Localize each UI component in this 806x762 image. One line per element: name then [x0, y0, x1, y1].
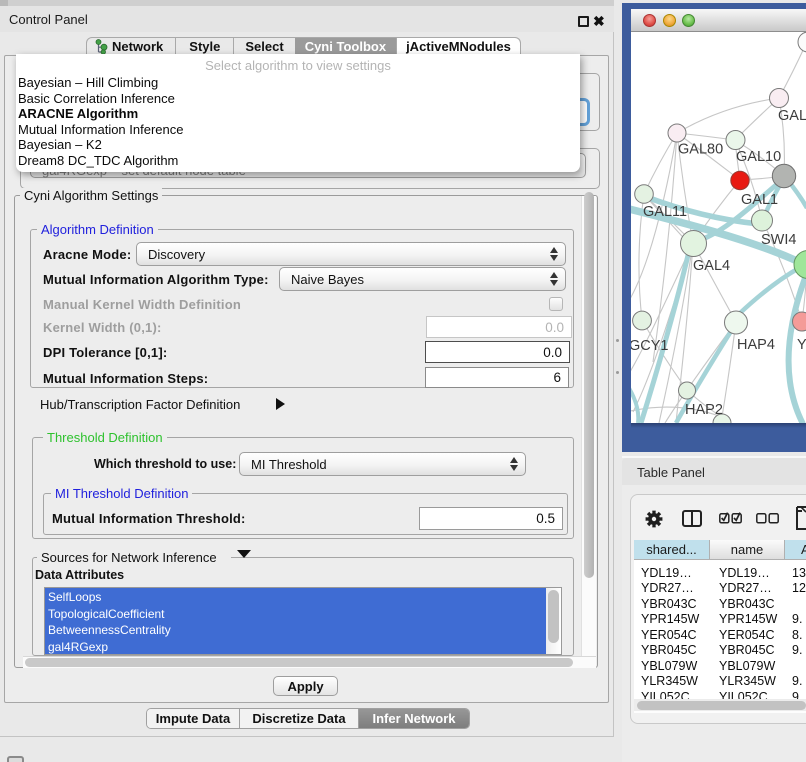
svg-text:GAL4: GAL4: [693, 258, 730, 274]
svg-text:HAP2: HAP2: [685, 402, 723, 418]
svg-text:GAL11: GAL11: [643, 204, 687, 220]
svg-text:GAL10: GAL10: [736, 149, 781, 165]
svg-text:SWI4: SWI4: [761, 232, 796, 248]
svg-text:GCY1: GCY1: [631, 338, 669, 354]
svg-text:HAP4: HAP4: [737, 337, 775, 353]
svg-text:GAL1: GAL1: [741, 192, 778, 208]
svg-text:GAL80: GAL80: [678, 142, 723, 158]
svg-text:GAL: GAL: [778, 108, 806, 124]
svg-text:Y: Y: [797, 337, 806, 353]
